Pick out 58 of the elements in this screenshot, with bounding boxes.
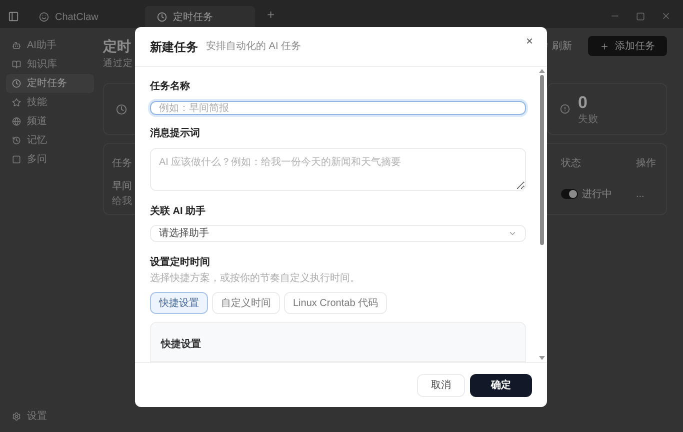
sidebar-item[interactable]: 技能 [6, 93, 94, 112]
dialog-title: 新建任务 [150, 38, 198, 56]
dialog-subtitle: 安排自动化的 AI 任务 [206, 40, 302, 54]
column-header: 任务 [112, 157, 132, 172]
field-hint: 选择快捷方案，或按你的节奏自定义执行时间。 [150, 272, 361, 286]
status-text: 进行中 [582, 188, 612, 202]
close-button[interactable]: × [522, 32, 537, 50]
more-actions-button[interactable]: ... [636, 186, 658, 202]
field-label: 设置定时时间 [150, 255, 211, 270]
add-task-button[interactable]: 添加任务 [588, 36, 667, 56]
column-header: 操作 [636, 157, 657, 172]
page-subtitle: 通过定 [103, 57, 133, 71]
cancel-button[interactable]: 取消 [417, 374, 465, 396]
close-window-icon[interactable] [661, 11, 671, 21]
sidebar-item[interactable]: 多问 [6, 150, 94, 169]
window-tab[interactable]: ChatClaw [27, 6, 137, 28]
assistant-select[interactable]: 请选择助手 [150, 225, 526, 242]
plus-icon [600, 42, 609, 50]
page-title: 定时 [103, 37, 132, 56]
prompt-textarea[interactable]: AI 应该做什么？例如：给我一份今天的新闻和天气摘要 [150, 148, 526, 191]
stat-value: 0 [578, 94, 588, 111]
panel-title: 快捷设置 [161, 339, 201, 350]
column-header: 状态 [561, 156, 582, 172]
sidebar-item[interactable]: 频道 [6, 112, 94, 131]
sidebar-toggle-icon[interactable] [8, 11, 19, 22]
settings-item[interactable]: 设置 [6, 409, 94, 424]
history-icon [12, 136, 21, 145]
settings-icon [12, 412, 21, 421]
alert-icon [560, 104, 570, 114]
confirm-button[interactable]: 确定 [470, 374, 532, 396]
maximize-icon[interactable] [636, 12, 645, 20]
sidebar-item[interactable]: 定时任务 [6, 74, 94, 93]
sidebar-item[interactable]: 记忆 [6, 131, 94, 150]
globe-icon [12, 117, 21, 126]
window-tab[interactable]: 定时任务 [145, 6, 255, 28]
clock-icon [157, 12, 167, 22]
sidebar-item[interactable]: 知识库 [6, 55, 94, 74]
square-icon [12, 155, 21, 164]
chevron-down-icon [508, 229, 517, 238]
book-icon [12, 60, 21, 69]
schedule-mode-tab[interactable]: 自定义时间 [212, 292, 280, 314]
new-tab-button[interactable]: + [263, 4, 279, 24]
task-name: 早间 [112, 180, 132, 194]
field-label: 关联 AI 助手 [150, 204, 207, 219]
app-logo-icon [39, 12, 49, 22]
field-label: 消息提示词 [150, 126, 201, 142]
schedule-mode-tab[interactable]: 快捷设置 [150, 292, 208, 314]
task-detail: 给我 [112, 194, 132, 210]
star-icon [12, 98, 21, 107]
clock-icon [116, 104, 127, 115]
clock-icon [12, 79, 21, 88]
schedule-mode-tab[interactable]: Linux Crontab 代码 [284, 292, 388, 314]
field-label: 任务名称 [150, 80, 191, 94]
sidebar-item[interactable]: AI助手 [6, 36, 94, 55]
robot-icon [12, 41, 21, 50]
toggle-switch[interactable] [561, 189, 578, 200]
stat-label: 失败 [578, 114, 598, 125]
task-name-input[interactable]: 例如：早间简报 [150, 101, 526, 116]
